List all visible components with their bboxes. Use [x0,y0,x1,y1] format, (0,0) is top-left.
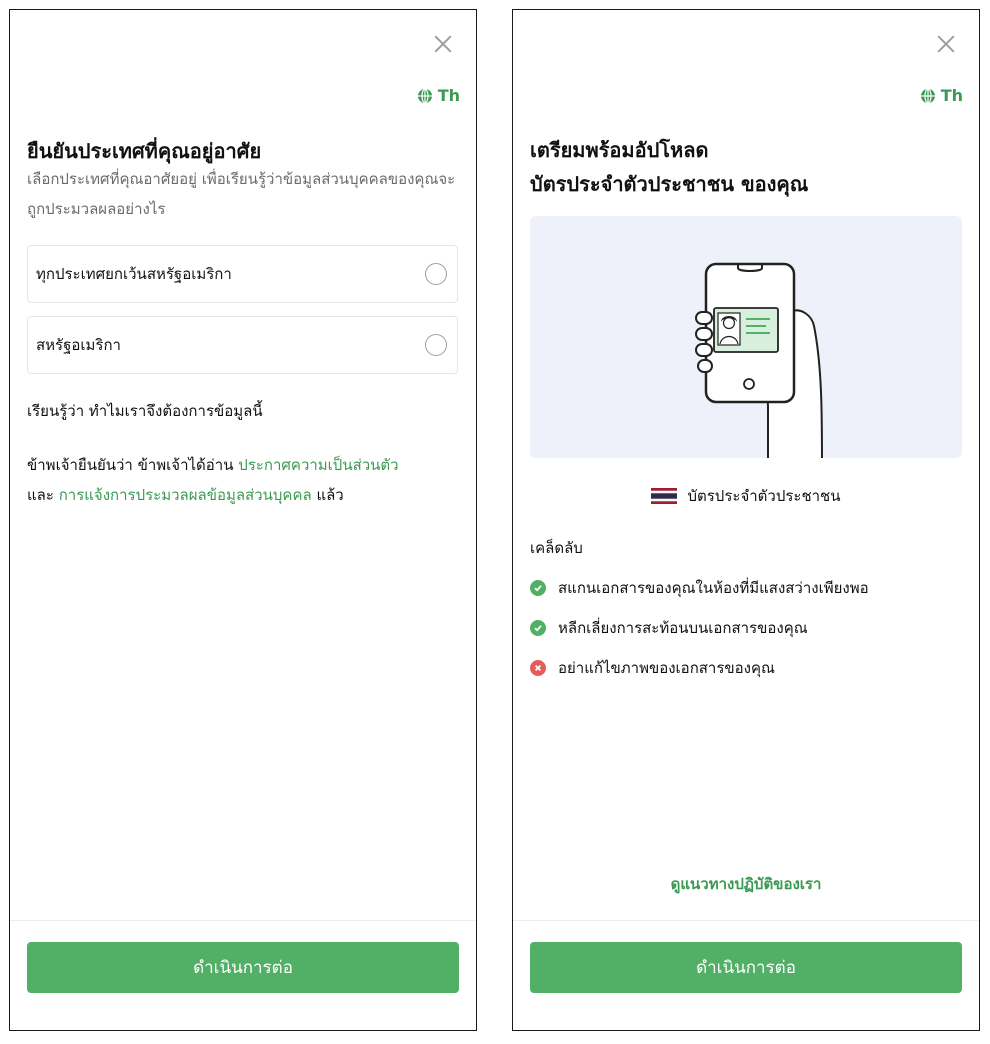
language-label: Th [940,86,963,105]
language-selector[interactable]: Th [417,86,460,105]
tip-item: หลีกเลี่ยงการสะท้อนบนเอกสารของคุณ [530,616,808,640]
consent-and: และ [27,486,59,504]
check-circle-icon [530,620,546,636]
country-option-label: ทุกประเทศยกเว้นสหรัฐอเมริกา [36,265,232,283]
country-option-label: สหรัฐอเมริกา [36,336,121,354]
learn-why-link[interactable]: เรียนรู้ว่า ทำไมเราจึงต้องการข้อมูลนี้ [27,396,467,426]
consent-prefix: ข้าพเจ้ายืนยันว่า ข้าพเจ้าได้อ่าน [27,456,239,474]
tip-text: อย่าแก้ไขภาพของเอกสารของคุณ [558,659,775,677]
tip-item: อย่าแก้ไขภาพของเอกสารของคุณ [530,656,775,680]
tip-item: สแกนเอกสารของคุณในห้องที่มีแสงสว่างเพียง… [530,576,869,600]
country-option-non-us[interactable]: ทุกประเทศยกเว้นสหรัฐอเมริกา [27,245,458,303]
footer-divider [10,920,476,921]
country-option-us[interactable]: สหรัฐอเมริกา [27,316,458,374]
continue-button[interactable]: ดำเนินการต่อ [27,942,459,993]
globe-icon [417,87,432,104]
view-guidelines-link[interactable]: ดูแนวทางปฏิบัติของเรา [513,872,979,896]
close-icon[interactable] [434,35,452,53]
data-processing-notice-link[interactable]: การแจ้งการประมวลผลข้อมูลส่วนบุคคล [59,486,312,504]
radio-button[interactable] [425,263,447,285]
check-circle-icon [530,580,546,596]
cross-circle-icon [530,660,546,676]
thailand-flag-icon [651,488,678,504]
tips-heading: เคล็ดลับ [530,539,583,557]
consent-statement: ข้าพเจ้ายืนยันว่า ข้าพเจ้าได้อ่าน ประกาศ… [27,450,467,510]
consent-suffix: แล้ว [311,486,344,504]
tip-text: สแกนเอกสารของคุณในห้องที่มีแสงสว่างเพียง… [558,579,869,597]
footer-divider [513,920,979,921]
page-title-line-1: เตรียมพร้อมอัปโหลด [530,138,709,162]
document-type-text: บัตรประจำตัวประชาชน [687,487,841,505]
page-title-line-2: บัตรประจำตัวประชาชน ของคุณ [530,172,809,196]
country-confirmation-panel: Th ยืนยันประเทศที่คุณอยู่อาศัย เลือกประเ… [9,9,477,1031]
language-label: Th [437,86,460,105]
continue-button[interactable]: ดำเนินการต่อ [530,942,962,993]
privacy-notice-link[interactable]: ประกาศความเป็นส่วนตัว [238,456,398,474]
close-icon[interactable] [937,35,955,53]
id-card-phone-illustration [530,216,962,458]
document-type-label: บัตรประจำตัวประชาชน [513,484,979,508]
radio-button[interactable] [425,334,447,356]
tip-text: หลีกเลี่ยงการสะท้อนบนเอกสารของคุณ [558,619,808,637]
language-selector[interactable]: Th [920,86,963,105]
globe-icon [920,87,935,104]
phone-with-id-card-icon [695,262,823,458]
upload-preparation-panel: Th เตรียมพร้อมอัปโหลด บัตรประจำตัวประชาช… [512,9,980,1031]
page-subtitle: เลือกประเทศที่คุณอาศัยอยู่ เพื่อเรียนรู้… [27,170,456,218]
page-title: ยืนยันประเทศที่คุณอยู่อาศัย [27,139,262,163]
